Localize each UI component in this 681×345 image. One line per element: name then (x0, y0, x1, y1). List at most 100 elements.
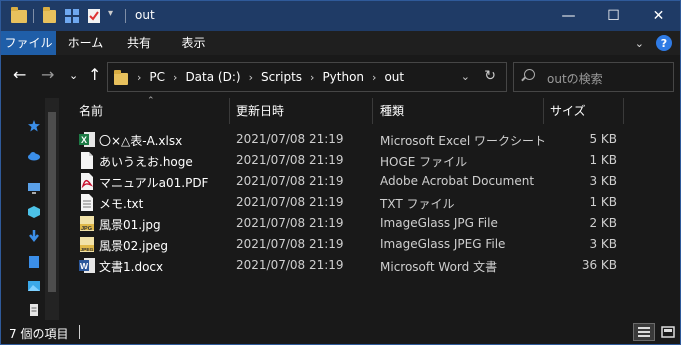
table-row[interactable]: JPG 風景01.jpg 2021/07/08 21:19 ImageGlass… (67, 213, 627, 234)
new-folder-icon[interactable] (64, 8, 80, 27)
address-dropdown-icon[interactable]: ⌄ (461, 70, 470, 83)
customize-toolbar-icon[interactable]: ▾ (108, 8, 113, 19)
navigation-pane-scrollbar[interactable] (45, 98, 59, 320)
pc-icon[interactable] (28, 182, 40, 194)
table-row[interactable]: あいうえお.hoge 2021/07/08 21:19 HOGE ファイル 1 … (67, 150, 627, 171)
search-input[interactable]: outの検索 (513, 62, 674, 92)
back-button[interactable]: ← (13, 67, 26, 83)
forward-button[interactable]: → (41, 67, 54, 83)
column-header-date[interactable]: 更新日時 (236, 98, 284, 124)
main-area: ⌃ 名前 更新日時 種類 サイズ X 〇×△表-A.xlsx 2021/07/0… (0, 96, 681, 320)
breadcrumb-separator[interactable]: › (170, 71, 180, 84)
svg-text:JPG: JPG (81, 226, 92, 232)
table-row[interactable]: マニュアルa01.PDF 2021/07/08 21:19 Adobe Acro… (67, 171, 627, 192)
close-button[interactable]: ✕ (636, 1, 681, 31)
tab-share[interactable]: 共有 (114, 31, 164, 55)
window-title: out (135, 8, 155, 22)
file-type: Microsoft Word 文書 (380, 260, 498, 274)
file-name: 文書1.docx (99, 260, 164, 274)
details-view-icon (638, 327, 650, 337)
breadcrumb-separator[interactable]: › (307, 71, 317, 84)
file-size: 1 KB (589, 195, 617, 209)
blank-file-icon (81, 152, 93, 169)
table-row[interactable]: JPEG 風景02.jpeg 2021/07/08 21:19 ImageGla… (67, 234, 627, 255)
large-icons-view-icon (661, 326, 675, 338)
file-size: 3 KB (589, 174, 617, 188)
tab-home[interactable]: ホーム (58, 31, 113, 55)
column-divider[interactable] (372, 98, 373, 124)
toolbar-divider (33, 9, 34, 23)
file-date: 2021/07/08 21:19 (236, 132, 344, 146)
breadcrumb-out[interactable]: out (379, 70, 409, 84)
help-icon[interactable]: ? (656, 35, 672, 51)
file-type: ImageGlass JPEG File (380, 237, 506, 251)
address-bar[interactable]: › PC › Data (D:) › Scripts › Python › ou… (107, 62, 507, 92)
onedrive-icon[interactable] (28, 150, 40, 162)
checklist-icon[interactable] (87, 8, 101, 27)
recent-locations-button[interactable]: ⌄ (69, 68, 78, 84)
title-divider (125, 9, 126, 23)
column-divider[interactable] (623, 98, 624, 124)
tab-file[interactable]: ファイル (1, 31, 56, 55)
address-folder-icon (114, 70, 128, 85)
file-date: 2021/07/08 21:19 (236, 216, 344, 230)
table-row[interactable]: W 文書1.docx 2021/07/08 21:19 Microsoft Wo… (67, 255, 627, 276)
svg-text:X: X (81, 135, 87, 145)
column-header-name[interactable]: 名前 (79, 98, 103, 124)
column-divider[interactable] (543, 98, 544, 124)
refresh-icon[interactable]: ↻ (484, 68, 496, 84)
table-row[interactable]: メモ.txt 2021/07/08 21:19 TXT ファイル 1 KB (67, 192, 627, 213)
column-divider[interactable] (229, 98, 230, 124)
file-date: 2021/07/08 21:19 (236, 258, 344, 272)
address-row: ← → ⌄ ↑ › PC › Data (D:) › Scripts › Pyt… (0, 55, 681, 98)
table-row[interactable]: X 〇×△表-A.xlsx 2021/07/08 21:19 Microsoft… (67, 129, 627, 150)
documents-page-icon[interactable] (28, 304, 40, 316)
breadcrumb-python[interactable]: Python (317, 70, 369, 84)
breadcrumb-pc[interactable]: PC (144, 70, 170, 84)
search-icon (524, 69, 535, 80)
column-header-type[interactable]: 種類 (380, 98, 404, 124)
svg-text:JPEG: JPEG (81, 247, 94, 253)
breadcrumb-separator[interactable]: › (369, 71, 379, 84)
breadcrumb-separator[interactable]: › (246, 71, 256, 84)
file-type: ImageGlass JPG File (380, 216, 498, 230)
file-type: Adobe Acrobat Document (380, 174, 535, 188)
status-divider (79, 325, 80, 339)
file-type: TXT ファイル (380, 197, 455, 211)
ribbon-tabs: ファイル ホーム 共有 表示 ⌄ ? (0, 31, 681, 55)
status-bar: 7 個の項目 (0, 320, 681, 345)
quick-access-star-icon[interactable] (28, 120, 40, 132)
file-size: 36 KB (581, 258, 617, 272)
up-button[interactable]: ↑ (88, 67, 101, 83)
breadcrumb-drive[interactable]: Data (D:) (180, 70, 245, 84)
pictures-icon[interactable] (28, 280, 40, 292)
scrollbar-thumb[interactable] (48, 112, 56, 292)
objects-3d-icon[interactable] (28, 206, 40, 218)
downloads-icon[interactable] (28, 230, 40, 242)
file-list: ⌃ 名前 更新日時 種類 サイズ X 〇×△表-A.xlsx 2021/07/0… (67, 96, 677, 320)
breadcrumb-scripts[interactable]: Scripts (256, 70, 307, 84)
breadcrumb: › PC › Data (D:) › Scripts › Python › ou… (134, 63, 409, 91)
expand-ribbon-icon[interactable]: ⌄ (635, 37, 644, 50)
file-size: 1 KB (589, 153, 617, 167)
large-icons-view-button[interactable] (657, 323, 679, 341)
file-type: HOGE ファイル (380, 155, 468, 169)
navigation-pane (1, 98, 61, 320)
excel-icon: X (79, 132, 95, 147)
breadcrumb-separator: › (137, 70, 142, 84)
file-name: マニュアルa01.PDF (99, 176, 209, 190)
svg-text:W: W (80, 261, 89, 271)
file-type: Microsoft Excel ワークシート (380, 134, 547, 148)
column-header-size[interactable]: サイズ (550, 98, 586, 124)
maximize-button[interactable]: ☐ (591, 1, 636, 31)
file-size: 3 KB (589, 237, 617, 251)
documents-icon[interactable] (28, 256, 40, 268)
tab-view[interactable]: 表示 (166, 31, 221, 55)
minimize-button[interactable]: — (546, 1, 591, 31)
file-date: 2021/07/08 21:19 (236, 237, 344, 251)
file-size: 5 KB (589, 132, 617, 146)
file-date: 2021/07/08 21:19 (236, 195, 344, 209)
search-placeholder: outの検索 (547, 72, 603, 86)
title-bar: ▾ out — ☐ ✕ (0, 0, 681, 31)
details-view-button[interactable] (633, 323, 655, 341)
